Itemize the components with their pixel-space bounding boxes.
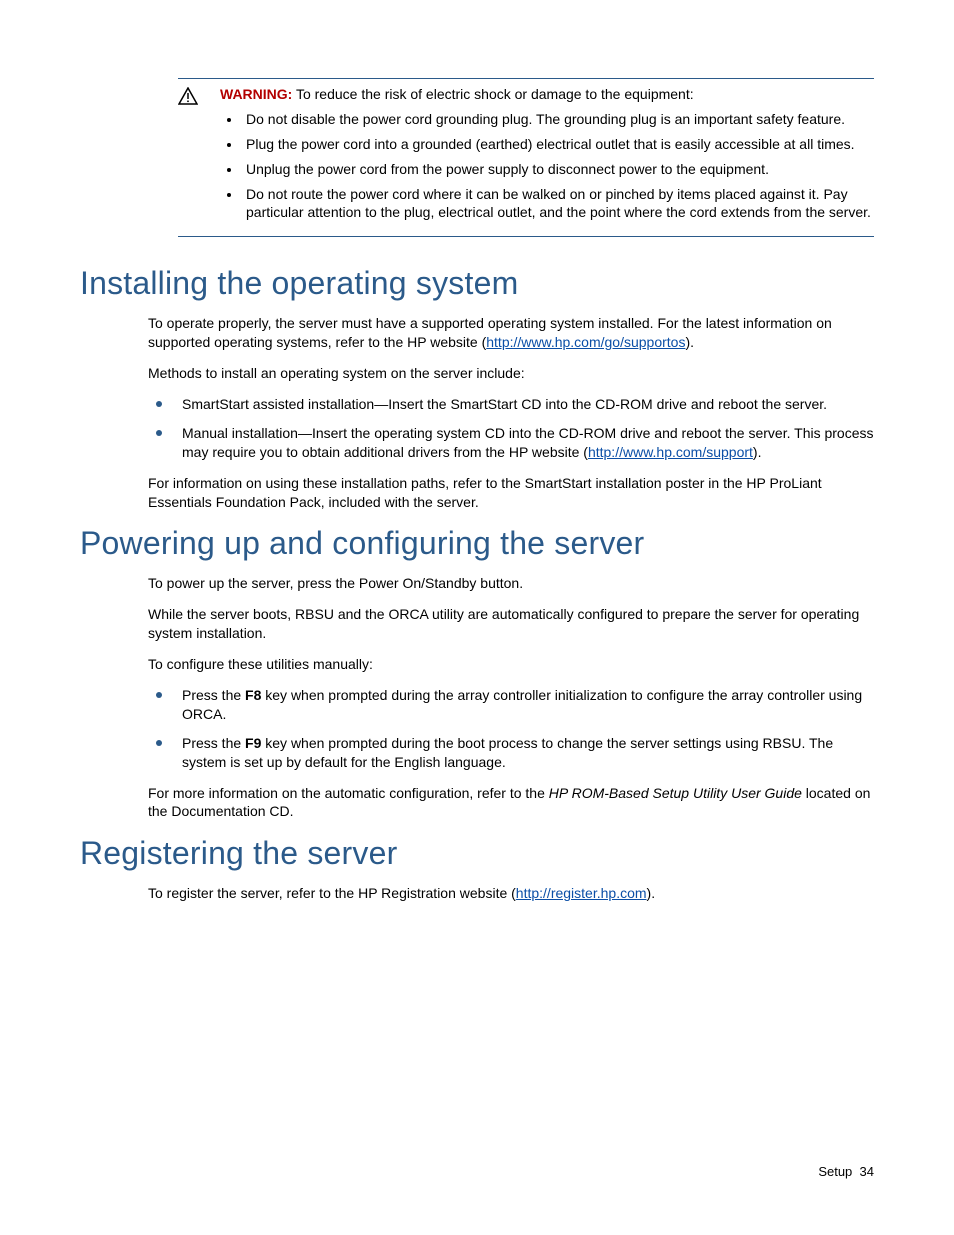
warning-item: Unplug the power cord from the power sup… <box>242 160 874 179</box>
list-item: Press the F8 key when prompted during th… <box>148 686 874 724</box>
page-content: WARNING: To reduce the risk of electric … <box>0 0 954 903</box>
warning-item: Do not disable the power cord grounding … <box>242 110 874 129</box>
link-supportos[interactable]: http://www.hp.com/go/supportos <box>486 334 685 350</box>
f9-key: F9 <box>245 735 261 751</box>
warning-text: WARNING: To reduce the risk of electric … <box>220 85 874 228</box>
installing-p2: Methods to install an operating system o… <box>148 364 874 383</box>
heading-registering: Registering the server <box>80 835 874 872</box>
warning-label: WARNING: <box>220 86 292 102</box>
f8-key: F8 <box>245 687 261 703</box>
powering-p3: To configure these utilities manually: <box>148 655 874 674</box>
list-item: SmartStart assisted installation—Insert … <box>148 395 874 414</box>
powering-body: To power up the server, press the Power … <box>148 574 874 821</box>
warning-list: Do not disable the power cord grounding … <box>242 110 874 222</box>
warning-icon <box>178 85 202 228</box>
installing-p1: To operate properly, the server must hav… <box>148 314 874 352</box>
warning-item: Plug the power cord into a grounded (ear… <box>242 135 874 154</box>
link-support[interactable]: http://www.hp.com/support <box>588 444 753 460</box>
page-footer: Setup 34 <box>818 1164 874 1179</box>
heading-powering: Powering up and configuring the server <box>80 525 874 562</box>
list-item: Manual installation—Insert the operating… <box>148 424 874 462</box>
installing-body: To operate properly, the server must hav… <box>148 314 874 511</box>
registering-body: To register the server, refer to the HP … <box>148 884 874 903</box>
footer-page-number: 34 <box>860 1164 874 1179</box>
powering-bullets: Press the F8 key when prompted during th… <box>148 686 874 772</box>
powering-p2: While the server boots, RBSU and the ORC… <box>148 605 874 643</box>
guide-title: HP ROM-Based Setup Utility User Guide <box>549 785 802 801</box>
warning-item: Do not route the power cord where it can… <box>242 185 874 223</box>
warning-box: WARNING: To reduce the risk of electric … <box>178 78 874 237</box>
powering-p4: For more information on the automatic co… <box>148 784 874 822</box>
heading-installing: Installing the operating system <box>80 265 874 302</box>
installing-p3: For information on using these installat… <box>148 474 874 512</box>
registering-p1: To register the server, refer to the HP … <box>148 884 874 903</box>
installing-bullets: SmartStart assisted installation—Insert … <box>148 395 874 462</box>
warning-intro: To reduce the risk of electric shock or … <box>296 86 694 102</box>
link-register[interactable]: http://register.hp.com <box>516 885 647 901</box>
list-item: Press the F9 key when prompted during th… <box>148 734 874 772</box>
footer-section: Setup <box>818 1164 852 1179</box>
powering-p1: To power up the server, press the Power … <box>148 574 874 593</box>
